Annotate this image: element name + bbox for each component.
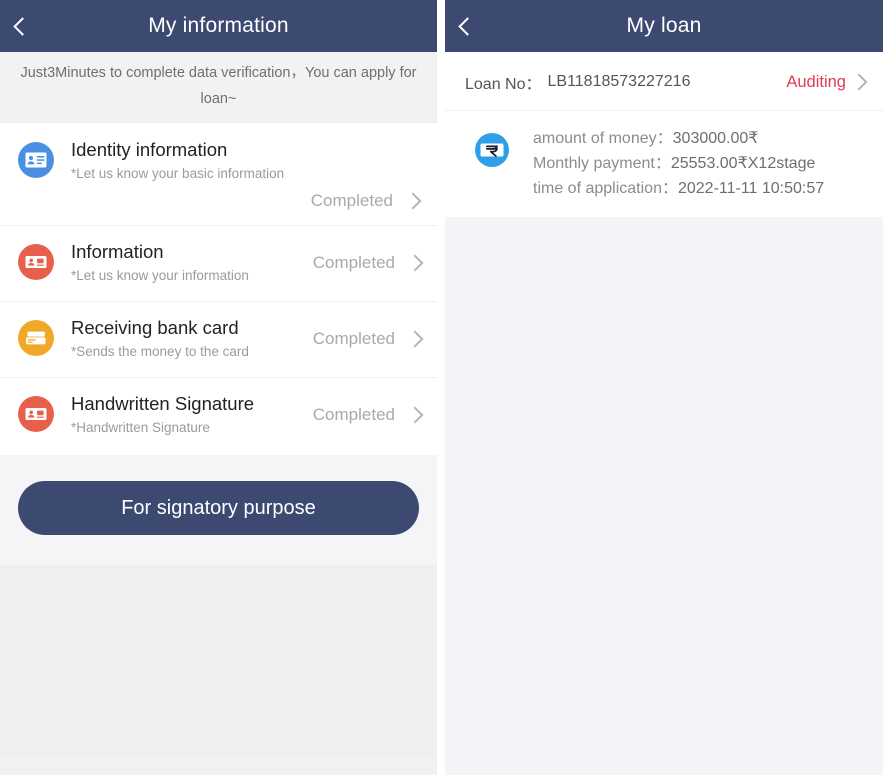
back-button-my-loan[interactable] (445, 0, 489, 52)
loan-time-value: 2022-11-11 10:50:57 (677, 180, 825, 197)
list-item-status-row: Completed (312, 253, 424, 273)
panel-divider (437, 0, 445, 775)
id-card-icon (18, 142, 54, 178)
list-item-subtitle: *Handwritten Signature (71, 420, 210, 435)
list-item-body: Handwritten Signature *Handwritten Signa… (71, 391, 313, 439)
chevron-right-icon (406, 406, 424, 424)
list-item-status-row: Completed (312, 405, 424, 425)
chevron-right-icon (406, 330, 424, 348)
loan-status-link[interactable]: Auditing (786, 72, 868, 92)
bank-card-icon (18, 320, 54, 356)
list-item-receiving-bank-card[interactable]: Receiving bank card *Sends the money to … (0, 301, 437, 377)
right-appbar: My loan (445, 0, 883, 52)
loan-time-label: time of application： (533, 180, 678, 197)
cta-section: For signatory purpose (0, 455, 437, 565)
list-item-body: Information *Let us know your informatio… (71, 239, 313, 287)
right-panel-my-loan: My loan Loan No： LB11818573227216 Auditi… (445, 0, 883, 775)
left-appbar: My information (0, 0, 437, 52)
list-item-subtitle: *Let us know your information (71, 268, 249, 283)
loan-no-label: Loan No： (465, 76, 542, 93)
left-panel-my-information: My information Just3Minutes to complete … (0, 0, 437, 775)
chevron-right-icon (406, 254, 424, 272)
loan-monthly-line: Monthly payment：25553.00₹X12stage (533, 151, 824, 176)
left-panel-empty-area (0, 565, 437, 757)
dual-phone-screenshot: My information Just3Minutes to complete … (0, 0, 883, 775)
list-item-subtitle: *Sends the money to the card (71, 344, 249, 359)
status-badge: Completed (312, 253, 395, 272)
status-badge: Completed (310, 191, 393, 210)
for-signatory-purpose-button[interactable]: For signatory purpose (18, 481, 419, 535)
loan-monthly-value: 25553.00₹X12stage (670, 155, 816, 172)
signature-card-icon (18, 396, 54, 432)
loan-amount-value: 303000.00₹ (672, 130, 759, 147)
list-item-identity-information[interactable]: Identity information *Let us know your b… (0, 123, 437, 225)
list-item-status-row: Completed (71, 191, 423, 211)
list-item-handwritten-signature[interactable]: Handwritten Signature *Handwritten Signa… (0, 377, 437, 453)
loan-no-value: LB11818573227216 (547, 73, 691, 90)
contact-card-icon (18, 244, 54, 280)
chevron-right-icon (850, 73, 868, 91)
back-button-my-information[interactable] (0, 0, 44, 52)
list-item-title: Information (71, 241, 164, 262)
list-item-title: Identity information (71, 139, 228, 160)
loan-amount-line: amount of money：303000.00₹ (533, 126, 824, 151)
chevron-right-icon (404, 192, 422, 210)
rupee-note-icon (465, 123, 519, 177)
loan-details-card: amount of money：303000.00₹ Monthly payme… (445, 111, 883, 217)
list-item-status-row: Completed (312, 329, 424, 349)
page-title-my-loan: My loan (626, 14, 702, 37)
loan-amount-label: amount of money： (533, 130, 673, 147)
verification-steps-list: Identity information *Let us know your b… (0, 123, 437, 455)
list-item-body: Receiving bank card *Sends the money to … (71, 315, 313, 363)
list-item-subtitle: *Let us know your basic information (71, 166, 285, 181)
status-badge: Completed (312, 329, 395, 348)
status-badge: Completed (312, 405, 395, 424)
loan-detail-lines: amount of money：303000.00₹ Monthly payme… (533, 123, 824, 201)
list-item-body: Identity information *Let us know your b… (71, 137, 423, 211)
list-item-title: Handwritten Signature (71, 393, 255, 414)
loan-time-line: time of application：2022-11-11 10:50:57 (533, 176, 824, 201)
loan-number-row[interactable]: Loan No： LB11818573227216 Auditing (445, 52, 883, 111)
list-item-information[interactable]: Information *Let us know your informatio… (0, 225, 437, 301)
chevron-left-icon (12, 16, 32, 36)
verification-notice-banner: Just3Minutes to complete data verificati… (0, 52, 437, 123)
loan-monthly-label: Monthly payment： (533, 155, 671, 172)
chevron-left-icon (457, 16, 477, 36)
list-item-title: Receiving bank card (71, 317, 239, 338)
loan-status-label: Auditing (786, 72, 846, 91)
page-title-my-information: My information (148, 14, 289, 37)
